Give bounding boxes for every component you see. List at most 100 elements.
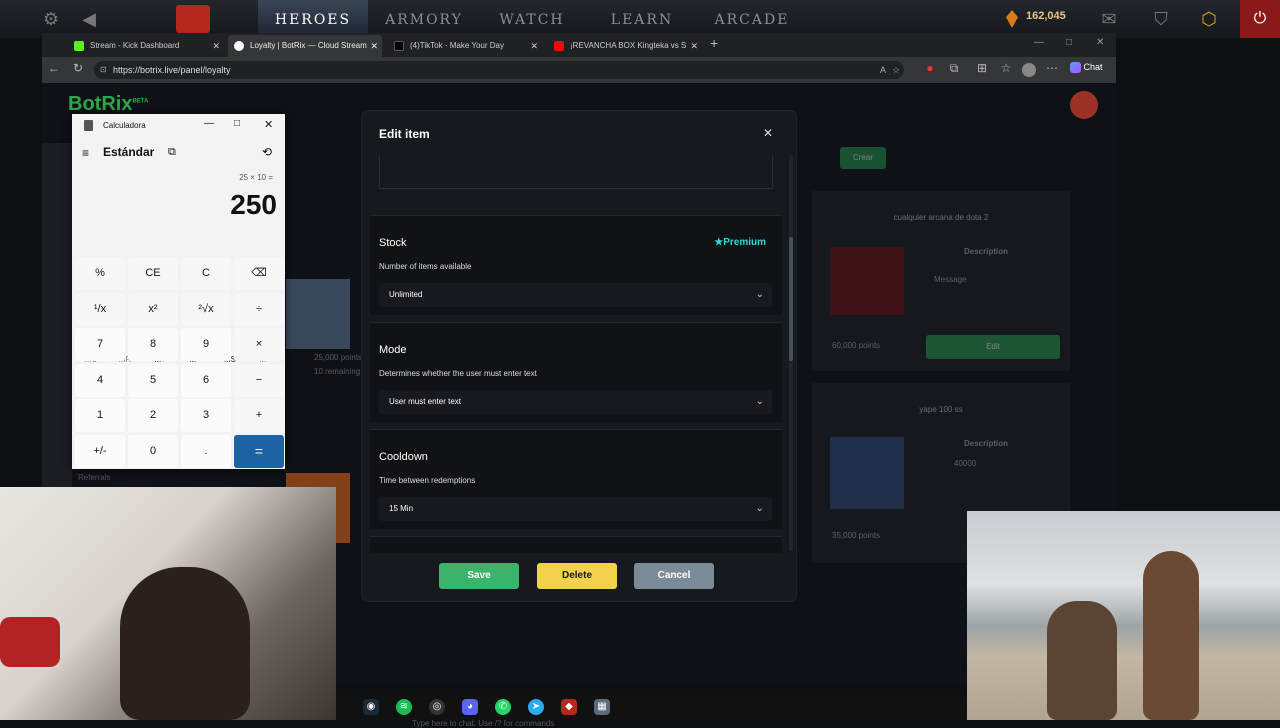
negate-key[interactable]: +/-	[75, 434, 125, 468]
copilot-icon	[1070, 62, 1081, 74]
extension-icon[interactable]: ●	[922, 61, 938, 75]
favorites-icon[interactable]: ☆	[998, 61, 1014, 75]
save-button[interactable]: Save	[439, 563, 519, 589]
gear-icon[interactable]: ⚙	[40, 8, 62, 30]
digit-0-key[interactable]: 0	[128, 434, 178, 468]
browser-tab-kick[interactable]: Stream - Kick Dashboard ✕	[68, 35, 224, 57]
shards-icon	[1006, 10, 1018, 28]
calculator-taskbar-icon[interactable]: ▦	[594, 699, 610, 715]
more-menu-icon[interactable]: ⋯	[1044, 61, 1060, 75]
translate-icon[interactable]: A	[880, 61, 886, 79]
reward-points-left: 25,000 points	[314, 353, 363, 362]
digit-4-key[interactable]: 4	[75, 363, 125, 397]
keep-on-top-icon[interactable]: ⧉	[168, 146, 176, 159]
digit-8-key[interactable]: 8	[128, 328, 178, 361]
chat-input-placeholder[interactable]: Type here to chat. Use /? for commands	[412, 719, 554, 728]
close-window-icon[interactable]: ✕	[1096, 37, 1104, 48]
digit-9-key[interactable]: 9	[181, 328, 231, 361]
split-screen-icon[interactable]: ⊞	[974, 61, 990, 75]
browser-tab-botrix[interactable]: Loyalty | BotRix — Cloud Streaming ✕	[228, 35, 382, 57]
back-arrow-icon[interactable]: ◀	[78, 8, 100, 30]
close-icon[interactable]: ✕	[690, 35, 698, 57]
percent-key[interactable]: %	[75, 257, 125, 290]
address-bar: ← ↻ ⊡ https://botrix.live/panel/loyalty …	[42, 57, 1116, 83]
mode-title: Mode	[379, 344, 407, 356]
copilot-chat-button[interactable]: Chat	[1070, 62, 1103, 74]
chevron-down-icon: ⌄	[755, 503, 764, 514]
close-icon[interactable]: ✕	[212, 35, 220, 57]
decimal-key[interactable]: .	[181, 434, 231, 468]
history-icon[interactable]: ⟲	[262, 145, 272, 159]
minimize-icon[interactable]: —	[1034, 37, 1044, 48]
favorite-star-icon[interactable]: ☆	[892, 61, 900, 79]
scrollbar-thumb[interactable]	[789, 237, 793, 361]
mode-desc: Determines whether the user must enter t…	[379, 369, 537, 378]
browser-tab-tiktok[interactable]: (4)TikTok - Make Your Day ✕	[388, 35, 542, 57]
webcam-left	[0, 487, 336, 720]
scrollbar[interactable]	[789, 155, 793, 551]
clear-key[interactable]: C	[181, 257, 231, 290]
back-icon[interactable]: ←	[46, 61, 62, 75]
delete-button[interactable]: Delete	[537, 563, 617, 589]
minimize-icon[interactable]: —	[204, 118, 214, 129]
reload-icon[interactable]: ↻	[70, 61, 86, 75]
close-icon[interactable]: ✕	[763, 126, 773, 140]
plus-hex-icon[interactable]: ⬡	[1198, 8, 1220, 30]
cooldown-select[interactable]: 15 Min ⌄	[379, 497, 772, 521]
chevron-down-icon: ⌄	[755, 289, 764, 300]
botrix-logo[interactable]: BotRixBETA	[68, 93, 148, 116]
power-icon[interactable]: ⏻	[1240, 0, 1280, 38]
webcam-right	[967, 511, 1280, 720]
extensions-puzzle-icon[interactable]: ⧉	[946, 61, 962, 76]
cancel-button[interactable]: Cancel	[634, 563, 714, 589]
equals-key[interactable]: =	[234, 434, 284, 468]
new-tab-icon[interactable]: +	[710, 35, 718, 51]
telegram-icon[interactable]: ➤	[528, 699, 544, 715]
create-button[interactable]: Crear	[840, 147, 886, 169]
red-object	[0, 617, 60, 667]
whatsapp-icon[interactable]: ✆	[495, 699, 511, 715]
kick-icon	[74, 41, 84, 51]
maximize-icon[interactable]: □	[234, 118, 240, 129]
close-icon[interactable]: ✕	[367, 35, 378, 57]
close-icon[interactable]: ✕	[264, 118, 273, 131]
backspace-key[interactable]: ⌫	[234, 257, 284, 290]
maximize-icon[interactable]: □	[1066, 37, 1072, 48]
digit-6-key[interactable]: 6	[181, 363, 231, 397]
square-root-key[interactable]: ²√x	[181, 292, 231, 326]
digit-3-key[interactable]: 3	[181, 399, 231, 432]
minus-key[interactable]: −	[234, 363, 284, 397]
divide-key[interactable]: ÷	[234, 292, 284, 326]
dota-icon[interactable]: ◆	[561, 699, 577, 715]
digit-1-key[interactable]: 1	[75, 399, 125, 432]
digit-2-key[interactable]: 2	[128, 399, 178, 432]
user-avatar[interactable]	[1070, 91, 1098, 119]
multiply-key[interactable]: ×	[234, 328, 284, 361]
clear-entry-key[interactable]: CE	[128, 257, 178, 290]
hamburger-menu-icon[interactable]: ≡	[82, 146, 89, 160]
close-icon[interactable]: ✕	[530, 35, 538, 57]
site-info-icon[interactable]: ⊡	[100, 61, 107, 79]
stock-section: Stock ★Premium Number of items available…	[370, 215, 782, 315]
mail-icon[interactable]: ✉	[1098, 8, 1120, 30]
card-edit-button[interactable]: Edit	[926, 335, 1060, 359]
obs-icon[interactable]: ◎	[429, 699, 445, 715]
square-key[interactable]: x²	[128, 292, 178, 326]
steam-icon[interactable]: ◉	[363, 699, 379, 715]
text-area[interactable]	[379, 155, 773, 189]
browser-tab-youtube[interactable]: ¡REVANCHA BOX Kingteka vs S ✕	[548, 35, 702, 57]
reciprocal-key[interactable]: ¹/x	[75, 292, 125, 326]
discord-icon[interactable]: ◕	[462, 699, 478, 715]
chevron-down-icon: ⌄	[755, 396, 764, 407]
stock-select[interactable]: Unlimited ⌄	[379, 283, 772, 307]
digit-5-key[interactable]: 5	[128, 363, 178, 397]
plus-key[interactable]: +	[234, 399, 284, 432]
url-field[interactable]: ⊡ https://botrix.live/panel/loyalty A ☆	[94, 61, 904, 79]
shield-icon[interactable]: ⛉	[1150, 8, 1172, 30]
digit-7-key[interactable]: 7	[75, 328, 125, 361]
sidebar-item-referrals[interactable]: Referrals	[48, 473, 110, 482]
dota-logo[interactable]	[176, 5, 210, 33]
profile-avatar[interactable]	[1022, 63, 1036, 77]
mode-select[interactable]: User must enter text ⌄	[379, 390, 772, 414]
spotify-icon[interactable]: ≋	[396, 699, 412, 715]
